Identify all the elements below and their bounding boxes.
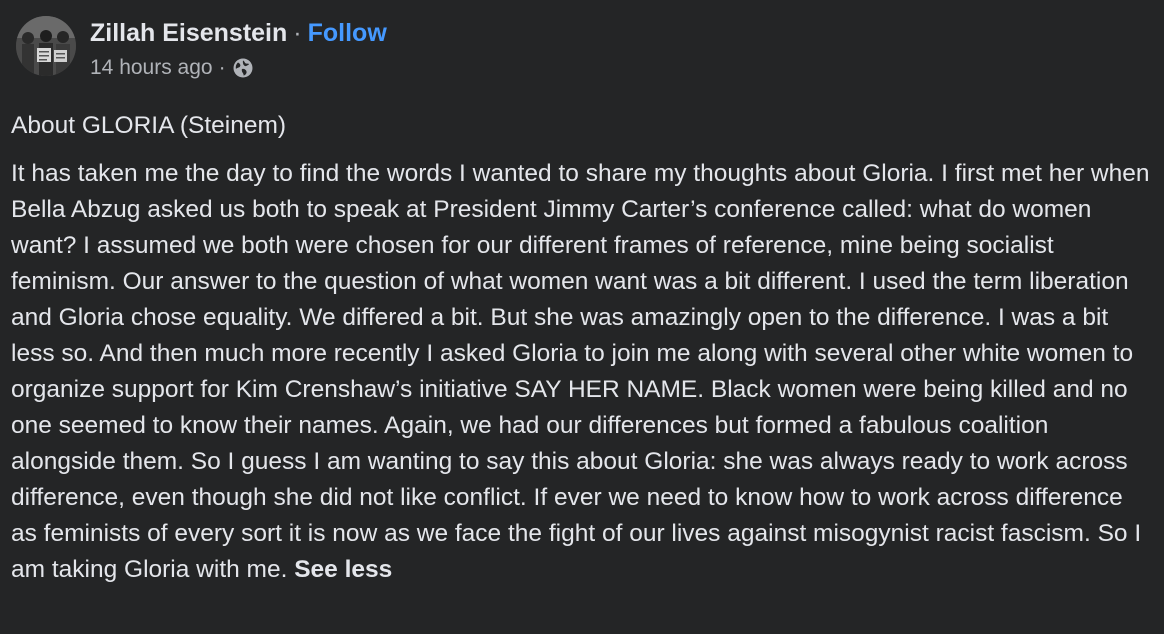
post-body-text: It has taken me the day to find the word… <box>11 160 1150 583</box>
post-body: About GLORIA (Steinem) It has taken me t… <box>11 108 1153 588</box>
author-name[interactable]: Zillah Eisenstein <box>90 19 287 47</box>
meta-separator: · <box>218 56 226 79</box>
author-line: Zillah Eisenstein · Follow <box>90 17 387 49</box>
name-separator: · <box>293 19 302 47</box>
post-meta: 14 hours ago · <box>90 54 387 82</box>
post-text: It has taken me the day to find the word… <box>11 156 1153 588</box>
see-less-button[interactable]: See less <box>294 556 392 583</box>
post-header: Zillah Eisenstein · Follow 14 hours ago · <box>16 16 387 82</box>
post-title: About GLORIA (Steinem) <box>11 112 287 139</box>
avatar-photo <box>16 16 76 76</box>
globe-icon <box>232 57 254 79</box>
post-timestamp[interactable]: 14 hours ago <box>90 54 213 82</box>
header-text: Zillah Eisenstein · Follow 14 hours ago · <box>90 17 387 82</box>
follow-button[interactable]: Follow <box>308 19 387 47</box>
avatar[interactable] <box>16 16 76 76</box>
